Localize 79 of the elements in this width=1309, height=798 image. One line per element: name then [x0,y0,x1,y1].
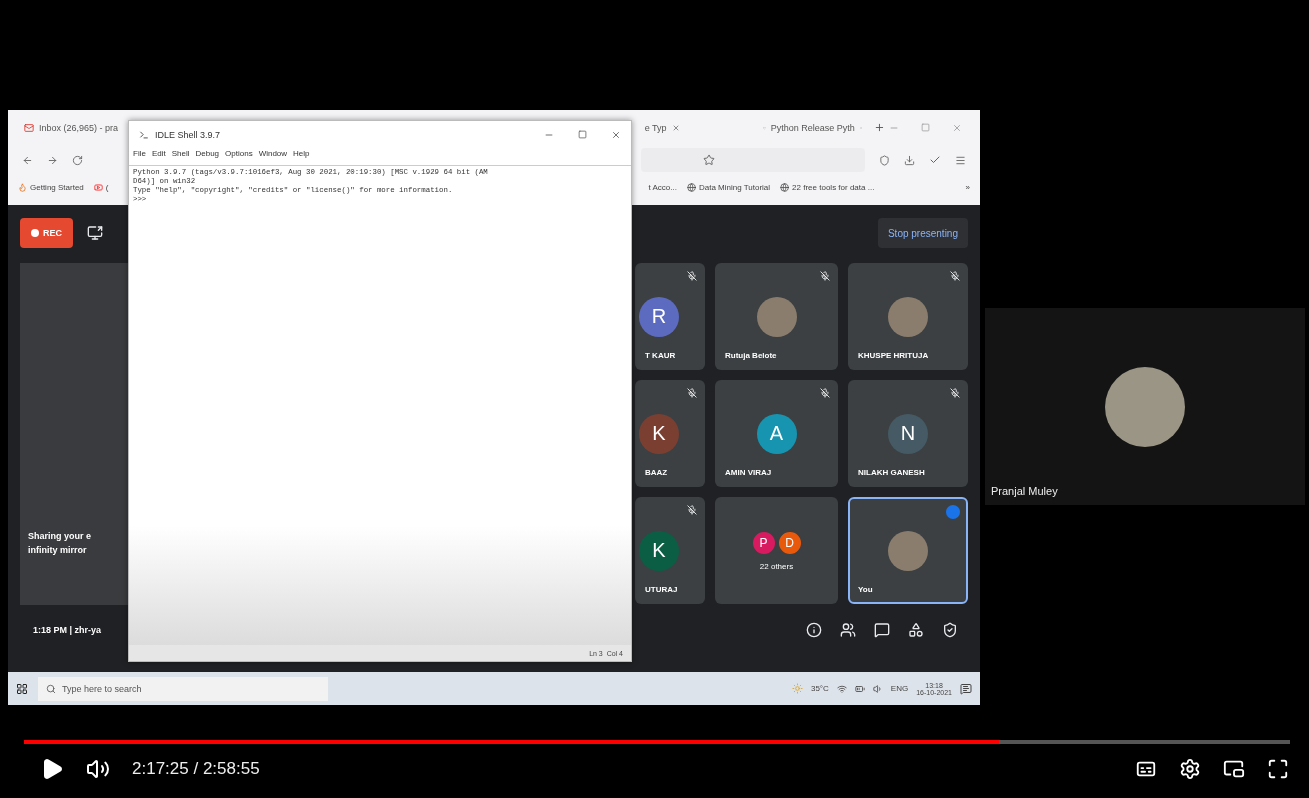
photo-placeholder [888,296,928,337]
avatar: R [639,296,679,337]
menu-item[interactable]: Window [258,149,288,165]
menu-item[interactable]: Options [225,149,253,165]
battery-icon [854,683,865,694]
browser-tab[interactable]: Inbox (26,965) - pra [16,114,131,141]
avatar: K [639,530,679,571]
record-button[interactable]: REC [20,218,73,248]
menu-icon[interactable] [955,154,966,166]
participant-name: UTURAJ [645,585,678,594]
video-icon [93,183,103,192]
shapes-icon[interactable] [908,622,924,638]
avatar: A [756,413,797,454]
flame-icon [18,183,27,192]
bookmark[interactable]: ( [93,183,109,192]
meeting-info: 1:18 PM | zhr-ya [33,625,103,635]
reload-icon[interactable] [72,154,83,166]
fullscreen-button[interactable] [1267,758,1289,780]
participant-name: NILAKH GANESH [858,468,925,477]
photo-placeholder [888,530,928,571]
avatar: P [750,530,777,556]
browser-tab[interactable]: e Typ [636,114,752,141]
globe-icon [780,183,790,192]
menu-item[interactable]: Debug [195,149,220,165]
overflow-button[interactable]: » [965,183,970,192]
start-icon[interactable] [16,682,28,695]
download-icon[interactable] [904,154,915,166]
miniplayer-button[interactable] [1223,758,1245,780]
avatar: K [639,413,679,454]
participant-name: Rutuja Belote [725,351,777,360]
back-icon[interactable] [22,154,33,166]
avatar: N [888,413,928,454]
bookmark[interactable]: Data Mining Tutorial [686,183,771,192]
search-icon [46,683,56,694]
preview-text: Sharing your e [28,530,92,543]
screen-share-icon[interactable] [87,225,103,241]
participant-count: 22 others [759,562,794,571]
browser-tab[interactable]: Python Release Pyth [755,114,871,141]
globe-icon [686,183,696,192]
info-icon[interactable] [806,622,822,638]
participant-name: BAAZ [645,468,668,477]
menu-item[interactable]: Edit [151,149,166,165]
maximize-icon[interactable] [578,130,587,139]
shield-icon[interactable] [942,622,958,638]
star-icon[interactable] [703,154,715,166]
status-badge [946,505,960,519]
menu-item[interactable]: Shell [171,149,190,165]
menu-item[interactable]: Help [293,149,310,165]
weather-text: 35°C [810,684,829,693]
check-icon[interactable] [929,154,941,166]
new-tab-icon[interactable] [874,122,885,133]
app-icon [139,130,149,140]
notification-icon[interactable] [960,682,972,695]
participant-name: You [858,585,873,594]
menu-item[interactable]: File [133,149,146,165]
participant-name: Pranjal Muley [991,485,1058,497]
volume-button[interactable] [86,757,110,781]
people-icon[interactable] [840,622,856,638]
time-display: 2:17:25 / 2:58:55 [132,759,260,779]
wifi-icon [836,683,847,694]
bookmark[interactable]: 22 free tools for data ... [780,183,875,192]
search-field[interactable]: Type here to search [38,676,328,701]
participant-name: T KAUR [645,351,676,360]
avatar: D [776,530,803,556]
stop-presenting-button[interactable]: Stop presenting [877,218,968,248]
chat-icon[interactable] [874,622,890,638]
window-title: IDLE Shell 3.9.7 [155,130,221,140]
forward-icon[interactable] [47,154,58,166]
settings-button[interactable] [1179,758,1201,780]
language-indicator[interactable]: ENG [890,684,909,693]
preview-text: infinity mirror [28,544,88,557]
sun-icon [791,683,803,694]
bookmark[interactable]: Getting Started [18,183,84,192]
volume-icon [872,683,883,694]
participant-name: AMIN VIRAJ [725,468,772,477]
participant-name: KHUSPE HRITUJA [858,351,929,360]
mail-icon [24,122,34,133]
photo-placeholder [756,296,797,337]
bookmark[interactable]: t Acco... [648,183,677,192]
